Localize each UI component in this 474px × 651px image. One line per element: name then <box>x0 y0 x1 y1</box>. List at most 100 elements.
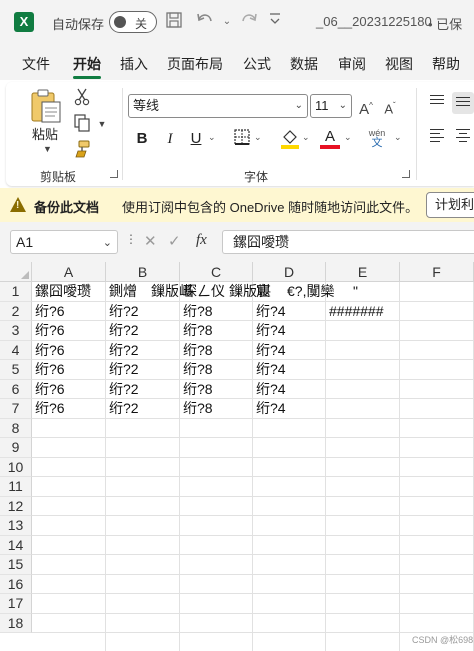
undo-icon[interactable] <box>194 11 216 33</box>
row-header[interactable]: 13 <box>0 516 32 536</box>
data-cell[interactable]: 绗?8 <box>180 321 253 340</box>
undo-dropdown-icon[interactable]: ⌄ <box>216 11 238 33</box>
row-header[interactable]: 3 <box>0 321 32 341</box>
row-header[interactable]: 5 <box>0 360 32 380</box>
bold-button[interactable]: B <box>132 128 152 150</box>
data-cell[interactable]: 绗?8 <box>180 380 253 399</box>
formula-input[interactable]: 鏍囧噯瓒 <box>222 230 474 254</box>
more-options-icon[interactable]: ⋮ <box>125 232 137 246</box>
borders-dropdown-icon[interactable]: ⌄ <box>254 132 262 143</box>
row-header[interactable]: 8 <box>0 418 32 438</box>
row-header[interactable]: 12 <box>0 496 32 516</box>
autosave-toggle[interactable]: 关 <box>109 11 157 33</box>
row-header[interactable]: 2 <box>0 301 32 321</box>
data-cell[interactable]: 绗?6 <box>32 341 106 360</box>
row-header[interactable]: 17 <box>0 594 32 614</box>
column-header-a[interactable]: A <box>32 262 106 282</box>
column-header-f[interactable]: F <box>400 262 474 282</box>
column-header-b[interactable]: B <box>106 262 180 282</box>
header-cell[interactable]: 鏍囧噯瓒 <box>32 282 91 301</box>
tab-page-layout[interactable]: 页面布局 <box>167 54 223 74</box>
save-icon[interactable] <box>163 11 185 33</box>
insert-function-icon[interactable]: fx <box>196 232 207 249</box>
tab-view[interactable]: 视图 <box>385 54 413 74</box>
row-header[interactable]: 4 <box>0 340 32 360</box>
tab-insert[interactable]: 插入 <box>120 54 148 74</box>
data-cell[interactable]: 绗?4 <box>253 341 326 360</box>
font-color-dropdown-icon[interactable]: ⌄ <box>344 132 352 143</box>
header-cell[interactable]: €?,闃欒 <box>284 282 334 301</box>
column-header-d[interactable]: D <box>253 262 326 282</box>
data-cell[interactable] <box>326 399 400 418</box>
row-header[interactable]: 1 <box>0 282 32 302</box>
data-cell[interactable]: 绗?6 <box>32 380 106 399</box>
font-name-select[interactable]: 等线 ⌄ <box>128 94 308 118</box>
format-painter-icon[interactable] <box>72 140 92 160</box>
row-header[interactable]: 18 <box>0 613 32 633</box>
row-header[interactable]: 11 <box>0 477 32 497</box>
align-middle-icon[interactable] <box>452 92 474 114</box>
header-cell[interactable]: 琛ㄥ仪 <box>180 282 225 301</box>
paste-button-label[interactable]: 粘贴 <box>32 124 58 143</box>
data-cell[interactable] <box>326 341 400 360</box>
column-header-c[interactable]: C <box>180 262 253 282</box>
tab-review[interactable]: 审阅 <box>338 54 366 74</box>
underline-button[interactable]: U <box>186 128 206 150</box>
data-cell[interactable]: 绗?4 <box>253 321 326 340</box>
font-launcher-icon[interactable] <box>402 170 410 178</box>
name-box[interactable]: A1 ⌄ <box>10 230 118 254</box>
data-cell[interactable] <box>326 321 400 340</box>
copy-icon[interactable] <box>72 114 92 134</box>
row-header[interactable]: 10 <box>0 457 32 477</box>
align-center-icon[interactable] <box>452 126 474 148</box>
align-left-icon[interactable] <box>426 126 448 148</box>
tab-help[interactable]: 帮助 <box>432 54 460 74</box>
paste-icon[interactable] <box>28 88 62 124</box>
data-cell[interactable]: 绗?8 <box>180 341 253 360</box>
customize-toolbar-icon[interactable] <box>264 11 286 33</box>
data-cell[interactable]: 绗?8 <box>180 302 253 321</box>
row-header[interactable]: 16 <box>0 574 32 594</box>
data-cell[interactable]: 绗?6 <box>32 302 106 321</box>
header-cell[interactable]: 宸 <box>253 282 270 301</box>
header-cell[interactable]: " <box>350 282 358 301</box>
copy-dropdown-icon[interactable]: ▼ <box>92 114 112 134</box>
data-cell[interactable]: 绗?8 <box>180 360 253 379</box>
decrease-font-size-icon[interactable]: Aˇ <box>380 96 400 116</box>
data-cell[interactable]: 绗?6 <box>32 399 106 418</box>
font-size-select[interactable]: 11 ⌄ <box>310 94 352 118</box>
data-cell[interactable]: 绗?2 <box>106 321 180 340</box>
increase-font-size-icon[interactable]: A^ <box>356 96 376 118</box>
phonetic-guide-icon[interactable]: wén 文 <box>364 128 390 150</box>
data-cell[interactable] <box>326 360 400 379</box>
phonetic-dropdown-icon[interactable]: ⌄ <box>394 132 402 143</box>
select-all-corner[interactable] <box>0 262 32 282</box>
italic-button[interactable]: I <box>160 128 180 150</box>
borders-icon[interactable] <box>232 128 252 150</box>
underline-dropdown-icon[interactable]: ⌄ <box>208 132 216 143</box>
data-cell[interactable]: 绗?4 <box>253 399 326 418</box>
tab-formulas[interactable]: 公式 <box>243 54 271 74</box>
row-header[interactable]: 14 <box>0 535 32 555</box>
row-header[interactable]: 6 <box>0 379 32 399</box>
font-color-button[interactable]: A <box>320 128 340 150</box>
row-header[interactable]: 7 <box>0 399 32 419</box>
plan-button[interactable]: 计划利 <box>426 192 474 218</box>
column-header-e[interactable]: E <box>326 262 400 282</box>
fill-color-icon[interactable] <box>280 128 300 150</box>
cut-icon[interactable] <box>72 88 92 108</box>
fill-color-dropdown-icon[interactable]: ⌄ <box>302 132 310 143</box>
data-cell[interactable]: 绗?4 <box>253 380 326 399</box>
data-cell[interactable]: 绗?2 <box>106 360 180 379</box>
data-cell[interactable]: 绗?2 <box>106 302 180 321</box>
data-cell[interactable]: ####### <box>326 302 400 321</box>
data-cell[interactable]: 绗?4 <box>253 302 326 321</box>
data-cell[interactable]: 绗?6 <box>32 321 106 340</box>
data-cell[interactable] <box>326 380 400 399</box>
paste-dropdown-icon[interactable]: ▼ <box>43 144 52 154</box>
enter-icon[interactable]: ✓ <box>168 232 181 250</box>
data-cell[interactable]: 绗?2 <box>106 399 180 418</box>
row-header[interactable]: 9 <box>0 438 32 458</box>
cancel-icon[interactable]: ✕ <box>144 232 157 250</box>
data-cell[interactable]: 绗?6 <box>32 360 106 379</box>
